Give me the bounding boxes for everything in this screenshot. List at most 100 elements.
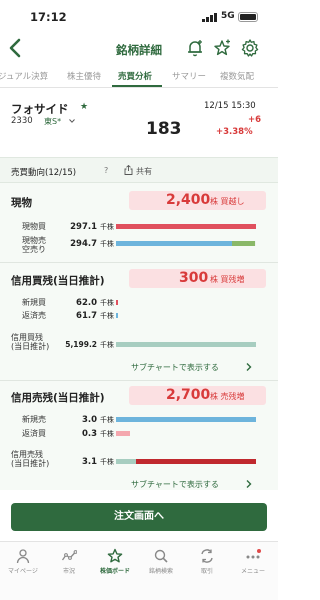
help-icon[interactable]: ?	[104, 166, 108, 175]
signal-icon	[202, 13, 217, 22]
margin-repay-buy-value: 0.3 千株	[81, 429, 114, 439]
status-bar: 17:12 5G	[0, 0, 278, 34]
chevron-right-icon[interactable]	[245, 362, 253, 372]
bottom-nav-mypage[interactable]: マイページ	[0, 548, 46, 575]
margin-buy-subchart-link[interactable]: サブチャートで表示する	[131, 362, 219, 373]
genbutsu-badge-value: 2,400	[166, 192, 211, 208]
margin-new-sell-bar	[116, 417, 256, 422]
bottom-nav-label: 銘柄検索	[148, 568, 173, 575]
tab-shareholder-benefits[interactable]: 株主優待	[67, 70, 101, 82]
tab-trade-analysis[interactable]: 売買分析	[118, 70, 152, 82]
person-icon	[16, 549, 30, 564]
market-label[interactable]: 東S*	[44, 116, 61, 127]
search-icon	[154, 549, 168, 563]
share-button[interactable]: 共有	[136, 166, 152, 177]
bottom-nav-label: マイページ	[8, 568, 38, 575]
order-button[interactable]: 注文画面へ	[11, 503, 267, 531]
settings-gear-icon[interactable]	[240, 38, 260, 58]
tab-bar: ジュアル決算 株主優待 売買分析 サマリー 複数気配	[0, 66, 278, 88]
margin-repay-sell-value: 61.7 千株	[76, 311, 114, 321]
genbutsu-buy-bar-fill	[116, 224, 256, 229]
menu-icon	[246, 549, 261, 559]
margin-sell-balance-label: 信用売残 (当日推計)	[11, 450, 50, 469]
margin-buy-title: 信用買残(当日推計)	[11, 275, 105, 287]
market-icon	[61, 550, 77, 561]
bottom-nav-stock-board[interactable]: 株価ボード	[92, 548, 138, 575]
margin-new-sell-bar-fill	[116, 417, 256, 422]
genbutsu-title: 現物	[11, 197, 32, 209]
margin-buy-badge: 300 株 買残増	[129, 269, 266, 288]
trade-icon	[201, 549, 213, 563]
genbutsu-sell-value: 294.7 千株	[70, 239, 114, 249]
genbutsu-buy-label: 現物買	[22, 222, 46, 231]
margin-repay-buy-bar	[116, 431, 256, 436]
margin-new-buy-bar-fill	[116, 300, 118, 305]
status-time: 17:12	[30, 10, 67, 24]
bottom-nav-label: メニュー	[240, 568, 265, 575]
margin-sell-subchart-link[interactable]: サブチャートで表示する	[131, 479, 219, 490]
genbutsu-buy-bar	[116, 224, 256, 229]
share-icon[interactable]	[124, 165, 133, 175]
margin-repay-sell-label: 返済売	[22, 311, 46, 320]
bottom-nav-search[interactable]: 銘柄検索	[138, 548, 184, 575]
bottom-nav-market[interactable]: 市況	[46, 548, 92, 575]
star-add-icon[interactable]	[212, 38, 232, 58]
tab-multi-quotes[interactable]: 複数気配	[220, 70, 254, 82]
page-title: 銘柄詳細	[116, 43, 162, 57]
bottom-nav-label: 株価ボード	[99, 568, 130, 575]
genbutsu-sell-bar-fill	[116, 241, 232, 246]
margin-buy-balance-bar-fill	[116, 342, 256, 347]
margin-repay-sell-bar	[116, 313, 256, 318]
margin-repay-sell-bar-fill	[116, 313, 118, 318]
price-datetime: 12/15 15:30	[204, 101, 256, 111]
nav-bar: 銘柄詳細	[0, 34, 278, 64]
bottom-nav-trade[interactable]: 取引	[184, 548, 230, 575]
bottom-nav: マイページ 市況 株価ボード 銘柄検索 取引 メニュー	[0, 541, 278, 600]
bottom-nav-label: 取引	[200, 568, 213, 575]
genbutsu-badge: 2,400 株 買越し	[129, 191, 266, 210]
margin-new-sell-value: 3.0 千株	[81, 415, 114, 425]
stock-code: 2330	[11, 116, 33, 126]
bell-add-icon[interactable]	[185, 38, 205, 58]
margin-sell-badge-unit: 株 売残増	[210, 392, 245, 401]
divider	[0, 380, 278, 381]
margin-sell-balance-increase-fill	[136, 459, 256, 464]
bottom-nav-menu[interactable]: メニュー	[230, 548, 276, 575]
margin-buy-balance-value: 5,199.2 千株	[65, 340, 114, 349]
margin-sell-balance-bar	[116, 459, 256, 464]
margin-buy-badge-unit: 株 買残増	[210, 275, 245, 284]
genbutsu-buy-value: 297.1 千株	[70, 222, 114, 232]
margin-sell-balance-value: 3.1 千株	[81, 457, 114, 467]
section-title: 売買動向(12/15)	[11, 168, 77, 178]
genbutsu-badge-unit: 株 買越し	[210, 197, 245, 206]
margin-sell-badge: 2,700 株 売残増	[129, 386, 266, 405]
stock-name: フォサイド	[11, 102, 69, 116]
active-tab-indicator	[112, 85, 162, 87]
margin-sell-badge-value: 2,700	[166, 387, 211, 403]
margin-buy-badge-value: 300	[179, 270, 209, 286]
margin-new-buy-bar	[116, 300, 256, 305]
stock-price: 183	[146, 119, 182, 139]
genbutsu-short-bar-fill	[232, 241, 255, 246]
margin-sell-balance-prev-fill	[116, 459, 136, 464]
divider	[0, 262, 278, 263]
margin-new-buy-value: 62.0 千株	[76, 298, 114, 308]
trade-trend-header: 売買動向(12/15) ? 共有	[0, 157, 278, 183]
margin-buy-balance-bar	[116, 342, 256, 347]
chevron-down-icon[interactable]	[68, 117, 76, 125]
price-change-percent: +3.38%	[216, 127, 253, 137]
margin-repay-buy-bar-fill	[116, 431, 130, 436]
price-change: +6	[248, 115, 262, 125]
margin-buy-balance-label: 信用買残 (当日推計)	[11, 333, 50, 352]
tab-summary[interactable]: サマリー	[172, 70, 206, 82]
margin-repay-buy-label: 返済買	[22, 429, 46, 438]
network-label: 5G	[221, 11, 235, 21]
margin-new-buy-label: 新規買	[22, 298, 46, 307]
genbutsu-sell-label: 現物売 空売り	[22, 236, 46, 255]
chevron-right-icon[interactable]	[245, 479, 253, 489]
battery-icon	[238, 12, 258, 22]
favorite-star-icon[interactable]: ★	[80, 102, 88, 112]
margin-sell-title: 信用売残(当日推計)	[11, 392, 105, 404]
bottom-nav-label: 市況	[62, 568, 75, 575]
tab-visual-results[interactable]: ジュアル決算	[0, 70, 48, 82]
